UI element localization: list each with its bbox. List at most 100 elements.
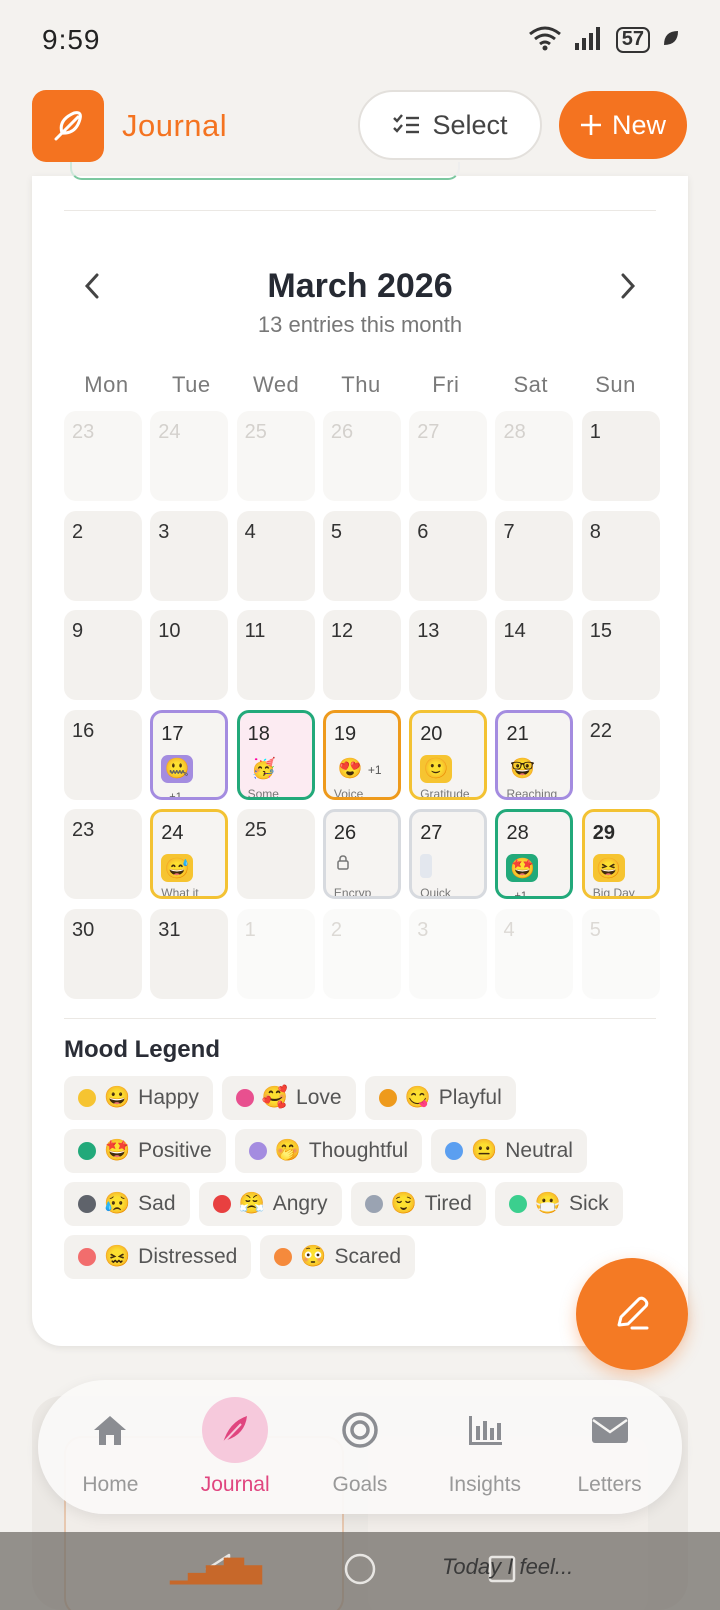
calendar-day[interactable]: 22	[581, 709, 660, 800]
day-number: 13	[417, 620, 440, 642]
calendar-day[interactable]: 28	[495, 411, 574, 501]
calendar-day[interactable]: 1	[236, 908, 315, 999]
color-dot	[445, 1142, 464, 1160]
mood-emoji-icon: 🤩	[506, 854, 539, 882]
legend-chip-scared: 😳 Scared	[260, 1235, 416, 1279]
background-prompt-text: Today I feel...	[442, 1554, 574, 1579]
calendar-day[interactable]: 12	[322, 610, 401, 700]
calendar-day[interactable]: 9	[64, 610, 142, 700]
calendar-day[interactable]: 27	[409, 411, 488, 501]
day-number: 5	[330, 520, 343, 543]
calendar-day[interactable]: 14	[495, 610, 574, 700]
calendar-day[interactable]: 24	[150, 411, 229, 501]
nav-item-goals[interactable]: Goals	[301, 1397, 419, 1497]
color-dot	[212, 1195, 231, 1213]
calendar-day[interactable]: 11	[236, 610, 315, 700]
calendar-day[interactable]: 23	[64, 411, 142, 501]
weekday-label: Sun	[595, 372, 636, 397]
legend-label: Happy	[138, 1086, 199, 1109]
day-number: 3	[417, 918, 429, 941]
calendar-day[interactable]: 4	[495, 908, 574, 999]
calendar-day-with-entry[interactable]: 28 🤩 +1	[495, 809, 574, 899]
calendar-day-with-entry[interactable]: 18 🥳 Some	[236, 709, 315, 800]
calendar-grid: 23 24 25 26 27 28 1 2 3 4 5 6 7 8 9 10 11 12 13 14 15 16 17 🤐 +1…	[64, 411, 660, 999]
legend-label: Distressed	[138, 1245, 238, 1268]
home-button[interactable]	[343, 1552, 377, 1591]
day-number: 2	[72, 520, 84, 543]
legend-chip-positive: 🤩 Positive	[64, 1129, 226, 1173]
calendar-day[interactable]: 8	[581, 510, 660, 601]
mood-emoji-icon: 😀	[104, 1086, 131, 1109]
calendar-day[interactable]: 25	[236, 809, 315, 899]
calendar-card: March 2026 13 entries this month Mon Tue W…	[32, 162, 688, 1346]
nav-item-insights[interactable]: Insights	[426, 1397, 544, 1497]
legend-label: Love	[296, 1086, 342, 1109]
calendar-day-with-entry[interactable]: 19 😍 +1 Voice	[322, 709, 401, 800]
calendar-day[interactable]: 7	[495, 510, 574, 601]
calendar-day-with-entry[interactable]: 26 Encryp	[322, 809, 401, 899]
nav-item-letters[interactable]: Letters	[551, 1397, 669, 1497]
legend-label: Tired	[424, 1192, 472, 1215]
day-number: 8	[589, 520, 601, 543]
entry-snippet: Big Day	[592, 886, 635, 899]
entry-snippet: What it	[161, 886, 199, 899]
calendar-day[interactable]: 25	[236, 411, 315, 501]
select-button[interactable]: Select	[358, 90, 542, 160]
audio-waveform-icon: ▁▃▅▇▅	[170, 1554, 262, 1584]
day-number: 28	[506, 822, 529, 844]
clock: 9:59	[42, 24, 101, 55]
calendar-day-with-entry[interactable]: 20 🙂 Gratitude	[409, 709, 488, 800]
calendar-day-with-entry[interactable]: 27 Quick	[409, 809, 488, 899]
calendar-day-with-entry[interactable]: 29 😆 Big Day	[581, 809, 660, 899]
write-entry-fab[interactable]	[576, 1258, 688, 1370]
calendar-day[interactable]: 15	[581, 610, 660, 700]
filter-pill-edge	[70, 162, 460, 180]
legend-title: Mood Legend	[64, 1036, 220, 1063]
calendar-day-with-entry[interactable]: 24 😅 What it	[150, 809, 229, 899]
weekday-label: Fri	[432, 372, 460, 397]
calendar-day[interactable]: 10	[150, 610, 229, 700]
calendar-day[interactable]: 13	[409, 610, 488, 700]
day-number: 4	[503, 918, 515, 941]
nav-label: Home	[82, 1473, 139, 1496]
lock-icon	[336, 854, 350, 873]
calendar-day-with-entry[interactable]: 17 🤐 +1	[150, 709, 229, 800]
day-number: 6	[417, 520, 429, 543]
calendar-day[interactable]: 3	[150, 510, 229, 601]
color-dot	[508, 1195, 527, 1213]
next-month-button[interactable]	[608, 266, 648, 306]
day-number: 31	[158, 918, 181, 941]
calendar-day[interactable]: 5	[581, 908, 660, 999]
calendar-day[interactable]: 2	[322, 908, 401, 999]
calendar-day[interactable]: 2	[64, 510, 142, 601]
calendar-day[interactable]: 30	[64, 908, 142, 999]
calendar-day[interactable]: 4	[236, 510, 315, 601]
calendar-day[interactable]: 5	[322, 510, 401, 601]
calendar-day[interactable]: 3	[409, 908, 488, 999]
day-number: 25	[244, 819, 267, 841]
nav-item-journal[interactable]: Journal	[176, 1397, 294, 1497]
calendar-day[interactable]: 16	[64, 709, 142, 800]
calendar-day[interactable]: 1	[581, 411, 660, 501]
legend-label: Sad	[138, 1192, 176, 1215]
previous-month-button[interactable]	[72, 266, 112, 306]
calendar-day[interactable]: 31	[150, 908, 229, 999]
home-circle-icon	[344, 1553, 376, 1584]
feather-icon	[54, 111, 82, 141]
nav-item-home[interactable]: Home	[51, 1397, 169, 1497]
weekday-label: Thu	[341, 372, 381, 397]
mood-emoji-icon: 🥳	[251, 758, 277, 780]
legend-chip-angry: 😤 Angry	[198, 1182, 342, 1226]
mood-emoji-icon: 😥	[104, 1192, 131, 1215]
mood-emoji-icon: 😷	[534, 1192, 561, 1215]
calendar-day[interactable]: 26	[322, 411, 401, 501]
day-number: 29	[592, 822, 616, 844]
leaf-icon	[662, 29, 680, 52]
calendar-day[interactable]: 23	[64, 809, 142, 899]
calendar-day[interactable]: 6	[409, 510, 488, 601]
color-dot	[235, 1089, 254, 1107]
legend-label: Neutral	[505, 1139, 573, 1162]
calendar-day-with-entry[interactable]: 21 🤓 Reaching	[495, 709, 574, 800]
new-entry-button[interactable]: New	[559, 91, 687, 159]
day-number: 22	[589, 719, 613, 742]
